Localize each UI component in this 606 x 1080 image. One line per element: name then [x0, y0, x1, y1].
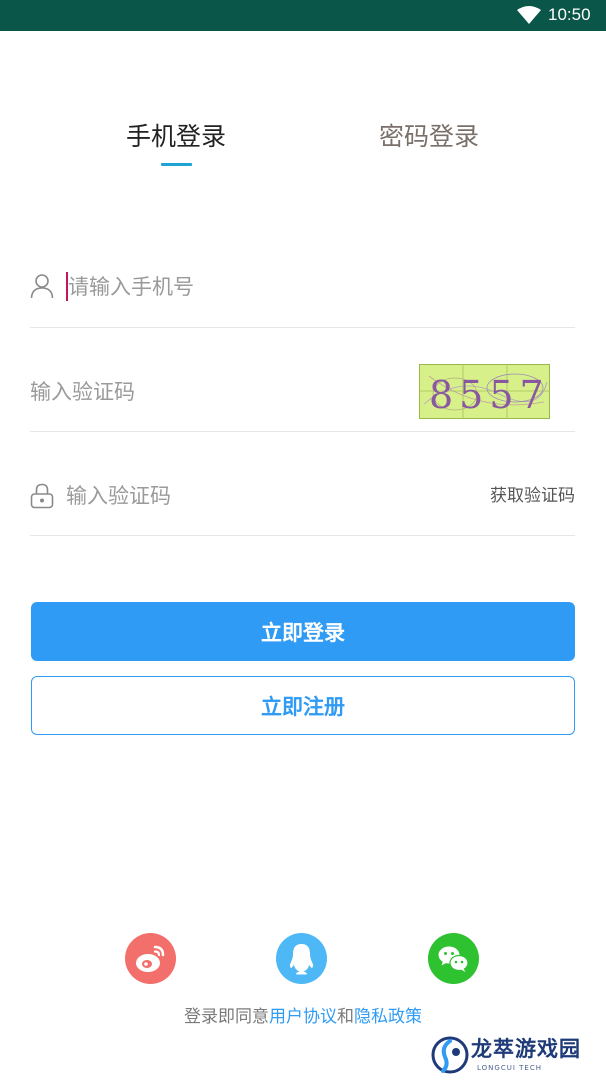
status-time: 10:50 [548, 5, 591, 24]
captcha-image[interactable]: 8557 [419, 364, 550, 419]
sms-code-input[interactable] [66, 479, 426, 513]
wifi-icon [517, 6, 541, 24]
agreement-prefix: 登录即同意 [184, 1007, 269, 1027]
privacy-policy-link[interactable]: 隐私政策 [354, 1007, 422, 1027]
watermark-logo: 龙萃游戏园 LONGCUI TECH [431, 1033, 601, 1077]
captcha-input[interactable] [30, 375, 390, 409]
login-button[interactable]: 立即登录 [31, 602, 575, 661]
tab-password-login[interactable]: 密码登录 [353, 118, 505, 156]
qq-login-button[interactable] [276, 933, 327, 984]
weibo-login-button[interactable] [125, 933, 176, 984]
register-button[interactable]: 立即注册 [31, 676, 575, 735]
agreement-and: 和 [337, 1007, 354, 1027]
wechat-icon [438, 946, 469, 972]
phone-divider [30, 327, 575, 328]
tab-phone-login[interactable]: 手机登录 [100, 118, 252, 156]
wechat-login-button[interactable] [428, 933, 479, 984]
phone-input[interactable] [68, 270, 398, 304]
active-tab-indicator [161, 163, 192, 166]
captcha-divider [30, 431, 575, 432]
get-code-button[interactable]: 获取验证码 [490, 483, 575, 509]
watermark-subtitle: LONGCUI TECH [477, 1064, 542, 1072]
user-agreement-link[interactable]: 用户协议 [269, 1007, 337, 1027]
qq-icon [289, 944, 314, 975]
watermark-name: 龙萃游戏园 [471, 1037, 581, 1061]
weibo-icon [136, 945, 165, 972]
logo-mark-icon [431, 1036, 469, 1074]
agreement-text: 登录即同意用户协议和隐私政策 [0, 1003, 606, 1031]
status-bar: 10:50 [0, 0, 606, 31]
user-icon [30, 274, 54, 299]
sms-divider [30, 535, 575, 536]
captcha-text: 8557 [429, 373, 550, 417]
lock-icon [30, 483, 54, 509]
